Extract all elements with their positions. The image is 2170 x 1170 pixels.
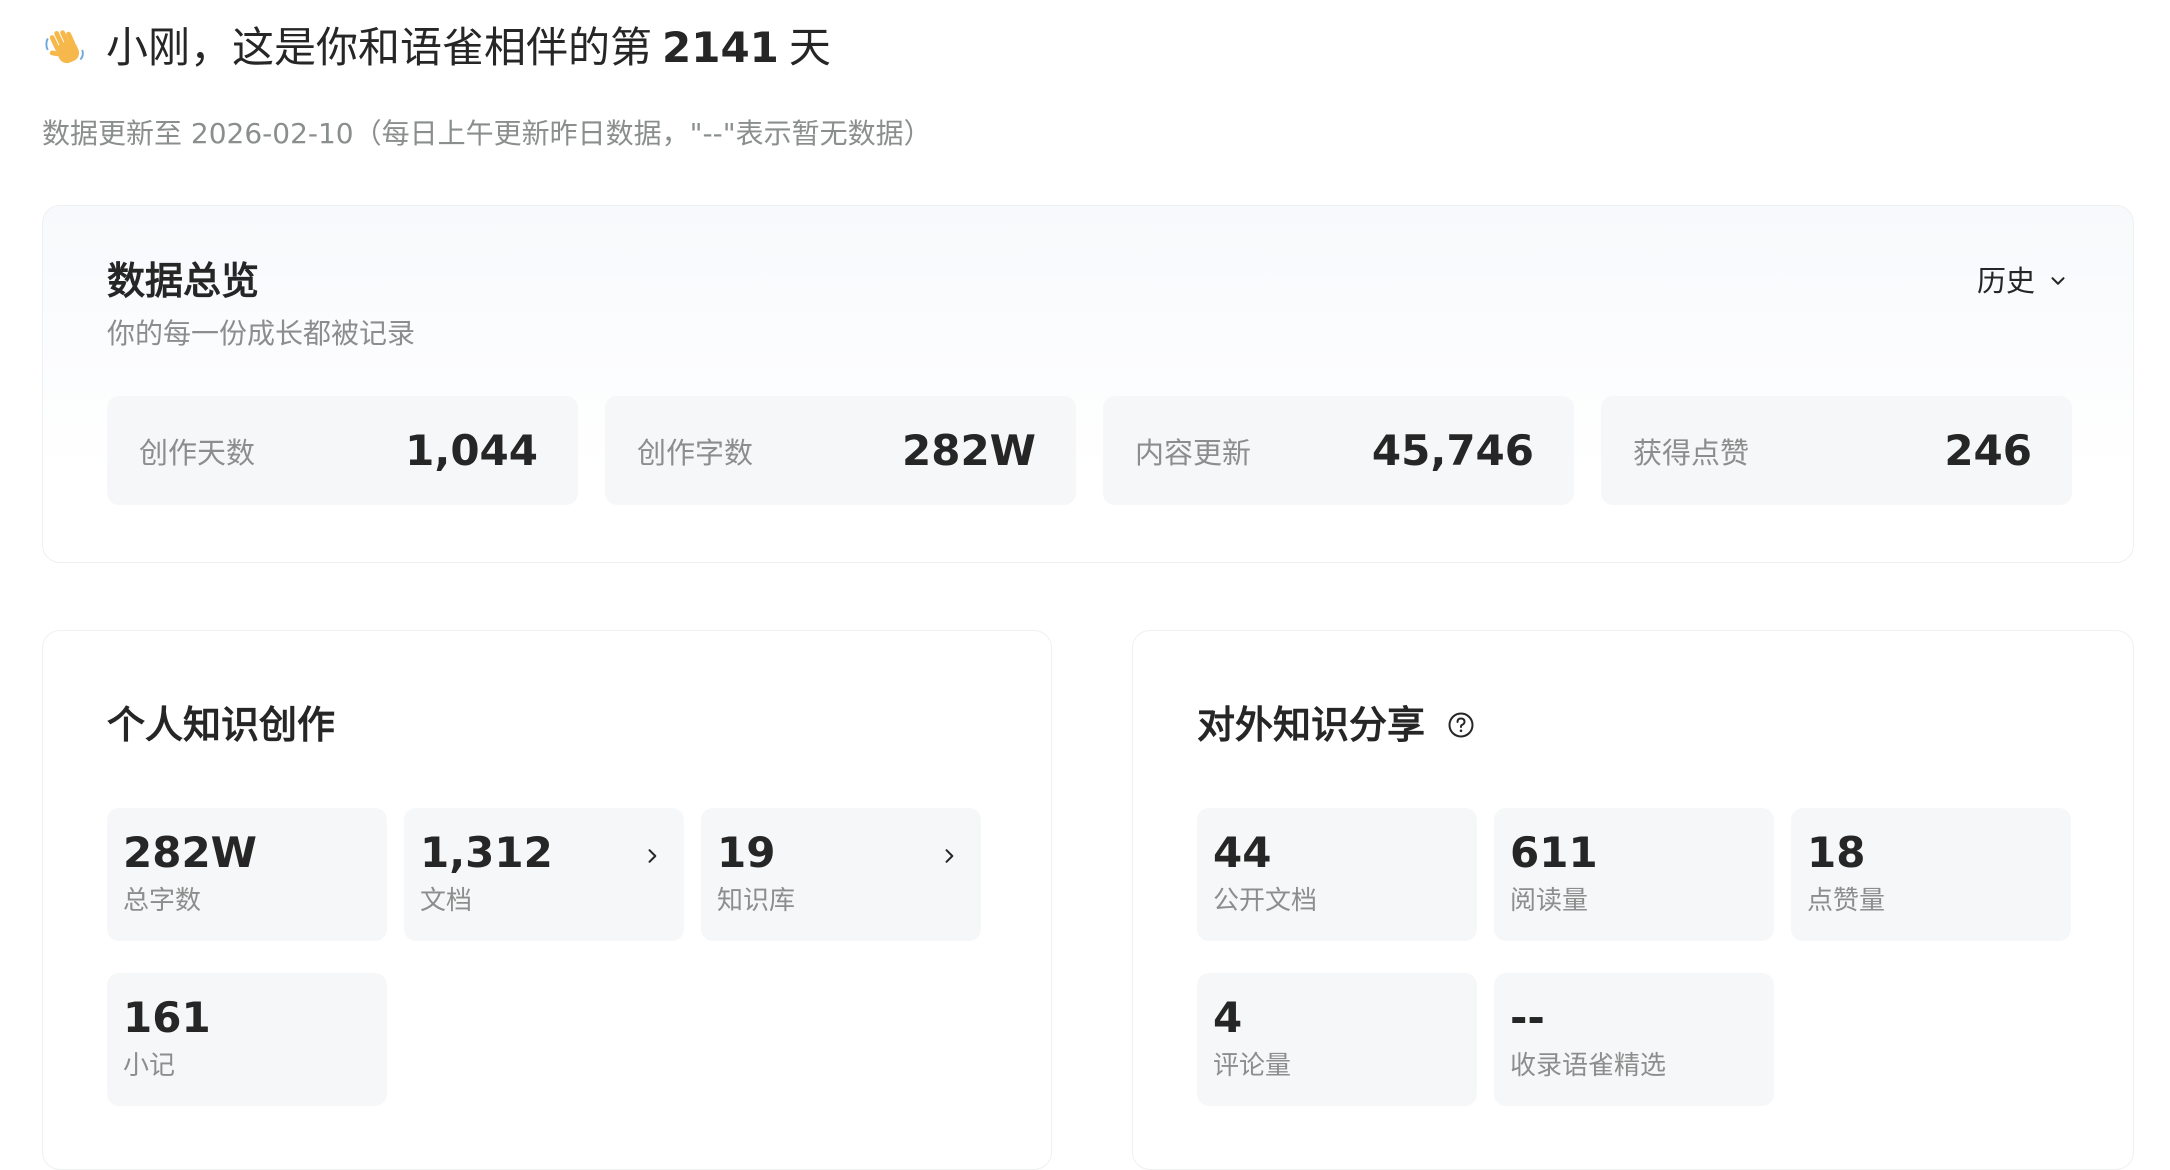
page-header: 小刚，这是你和语雀相伴的第 2141 天 数据更新至 2026-02-10（每日上午…: [42, 22, 2128, 152]
personal-creation-panel: 个人知识创作 282W 总字数 1,312 文档 19 知识库 161 小记: [42, 630, 1052, 1170]
greeting-suffix: 天: [788, 23, 831, 72]
tile-comment-count: 4 评论量: [1197, 973, 1477, 1106]
chevron-down-icon: [2051, 277, 2065, 285]
stat-value: 45,746: [1371, 426, 1534, 475]
tile-knowledge-bases[interactable]: 19 知识库: [701, 808, 981, 941]
overview-subtitle: 你的每一份成长都被记录: [107, 317, 416, 350]
tile-label: 公开文档: [1213, 886, 1318, 916]
tile-notes: 161 小记: [107, 973, 387, 1106]
tile-total-words: 282W 总字数: [107, 808, 387, 941]
stat-likes-received: 获得点赞 246: [1601, 396, 2072, 505]
chevron-right-icon: [648, 849, 657, 863]
stat-value: 246: [1944, 426, 2032, 475]
tile-value: 44: [1213, 828, 1272, 877]
stat-value: 1,044: [405, 426, 538, 475]
tile-value: 1,312: [420, 828, 553, 877]
tile-value: 18: [1807, 828, 1866, 877]
greeting-prefix: 小刚，这是你和语雀相伴的第: [106, 23, 653, 72]
days-count: 2141: [662, 23, 779, 72]
tile-value: 611: [1510, 828, 1598, 877]
stat-label: 创作天数: [139, 435, 256, 470]
history-dropdown-label: 历史: [1976, 264, 2035, 298]
tile-label: 阅读量: [1510, 886, 1589, 916]
sharing-stats-grid: 44 公开文档 611 阅读量 18 点赞量 4 评论量 -- 收录语雀精选: [1197, 808, 2071, 1106]
greeting: 小刚，这是你和语雀相伴的第 2141 天: [42, 22, 2128, 74]
tile-value: 161: [123, 993, 211, 1042]
update-notice: 数据更新至 2026-02-10（每日上午更新昨日数据，"--"表示暂无数据）: [42, 117, 932, 150]
external-sharing-panel: 对外知识分享 44 公开文档 611 阅读量 18 点赞量 4 评论量 -- 收…: [1132, 630, 2134, 1170]
stat-content-updates: 内容更新 45,746: [1103, 396, 1574, 505]
history-dropdown[interactable]: 历史: [1977, 262, 2069, 300]
stat-label: 内容更新: [1135, 435, 1252, 470]
external-sharing-title: 对外知识分享: [1197, 701, 1475, 749]
tile-label: 点赞量: [1807, 886, 1886, 916]
panel-title-text: 对外知识分享: [1197, 703, 1426, 747]
tile-label: 收录语雀精选: [1510, 1051, 1667, 1081]
stat-label: 获得点赞: [1633, 435, 1750, 470]
personal-creation-title: 个人知识创作: [107, 701, 335, 749]
stat-value: 282W: [902, 426, 1036, 475]
tile-like-count: 18 点赞量: [1791, 808, 2071, 941]
chevron-right-icon: [945, 849, 954, 863]
panel-title-text: 个人知识创作: [107, 703, 336, 747]
tile-value: 4: [1213, 993, 1243, 1042]
overview-stats: 创作天数 1,044 创作字数 282W 内容更新 45,746 获得点赞 24…: [107, 396, 2072, 505]
stat-word-count: 创作字数 282W: [605, 396, 1076, 505]
tile-label: 文档: [420, 886, 473, 916]
tile-read-count: 611 阅读量: [1494, 808, 1774, 941]
tile-label: 评论量: [1213, 1051, 1292, 1081]
tile-value: 282W: [123, 828, 257, 877]
overview-title: 数据总览: [107, 259, 260, 303]
stat-creation-days: 创作天数 1,044: [107, 396, 578, 505]
personal-stats-grid: 282W 总字数 1,312 文档 19 知识库 161 小记: [107, 808, 981, 1106]
tile-label: 总字数: [123, 886, 202, 916]
tile-featured-count: -- 收录语雀精选: [1494, 973, 1774, 1106]
stat-label: 创作字数: [637, 435, 754, 470]
tile-documents[interactable]: 1,312 文档: [404, 808, 684, 941]
tile-label: 知识库: [717, 886, 796, 916]
tile-public-docs: 44 公开文档: [1197, 808, 1477, 941]
waving-hand-icon: [45, 30, 84, 64]
data-overview-card: 数据总览 你的每一份成长都被记录 历史 创作天数 1,044 创作字数 282W…: [42, 205, 2134, 563]
tile-value: 19: [717, 828, 776, 877]
tile-label: 小记: [123, 1051, 176, 1081]
help-icon[interactable]: [1447, 711, 1475, 739]
tile-value: --: [1510, 993, 1545, 1042]
greeting-text: 小刚，这是你和语雀相伴的第 2141 天: [106, 22, 831, 74]
